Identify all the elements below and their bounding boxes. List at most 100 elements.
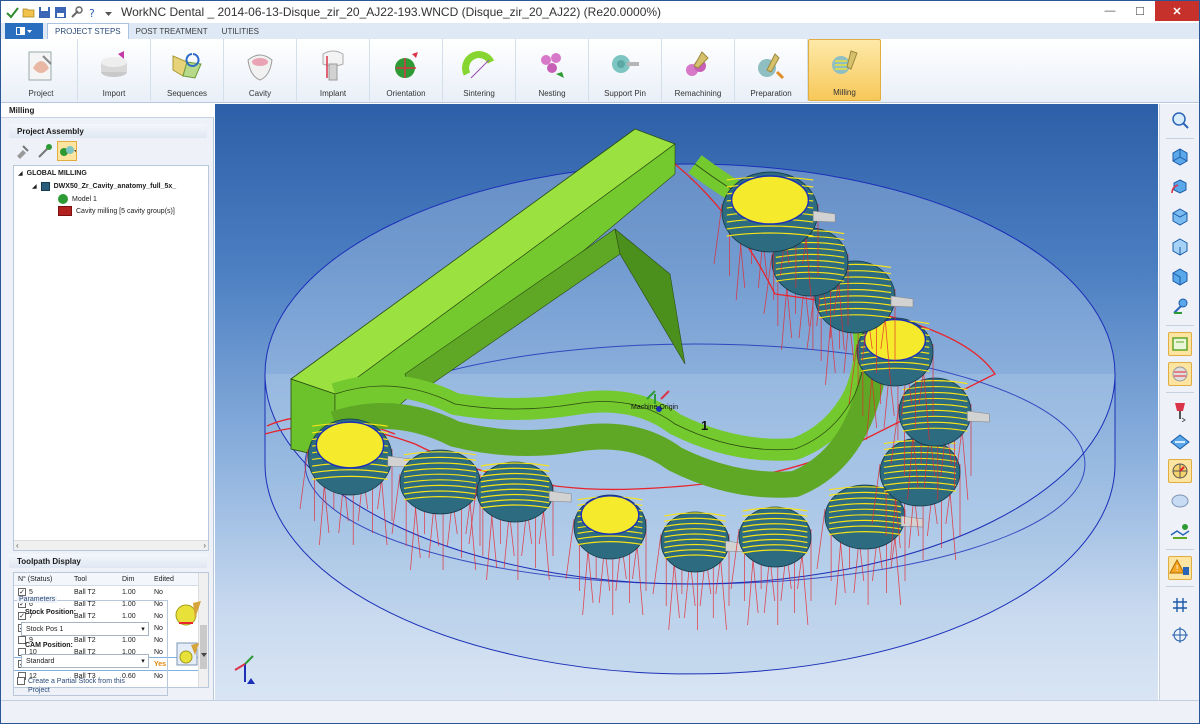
quick-access-toolbar: ? bbox=[1, 1, 115, 23]
display-mode-button[interactable] bbox=[57, 141, 77, 161]
tree-node-model[interactable]: Model 1 bbox=[58, 194, 97, 204]
machine-origin-label: Machine Origin bbox=[631, 404, 678, 411]
partial-stock-option[interactable]: Create a Partial Stock from this Project bbox=[17, 677, 138, 695]
view-axis-button[interactable] bbox=[1168, 295, 1192, 319]
toolpath-visibility-checkbox[interactable]: ✓ bbox=[18, 588, 26, 596]
view-front-button[interactable] bbox=[1168, 205, 1192, 229]
application-menu-button[interactable] bbox=[5, 23, 43, 39]
3d-viewport[interactable]: Machine Origin 1 bbox=[215, 104, 1158, 700]
grid-button[interactable] bbox=[1168, 593, 1192, 617]
column-header-number[interactable]: N° (Status) bbox=[14, 576, 74, 583]
import-button[interactable]: Import bbox=[78, 39, 151, 101]
status-bar bbox=[1, 700, 1199, 723]
window-controls: — ☐ ✕ bbox=[1095, 1, 1199, 21]
shading-mode-icon bbox=[1172, 463, 1187, 479]
calculate-icon bbox=[175, 601, 201, 626]
milling-icon bbox=[831, 50, 858, 74]
preparation-button[interactable]: Preparation bbox=[735, 39, 808, 101]
svg-text:!: ! bbox=[1175, 564, 1178, 573]
cavity-button[interactable]: Cavity bbox=[224, 39, 297, 101]
nesting-button[interactable]: Nesting bbox=[516, 39, 589, 101]
close-button[interactable]: ✕ bbox=[1155, 1, 1199, 21]
toolpath-tool-button[interactable] bbox=[35, 141, 55, 161]
pin-tool-button[interactable] bbox=[13, 141, 33, 161]
tree-node-global-milling[interactable]: ◢ GLOBAL MILLING bbox=[18, 170, 87, 177]
view-rotate-button[interactable] bbox=[1168, 175, 1192, 199]
remachining-button[interactable]: Remachining bbox=[662, 39, 735, 101]
tab-project-steps[interactable]: PROJECT STEPS bbox=[47, 23, 129, 39]
svg-text:?: ? bbox=[89, 7, 95, 19]
collapse-icon[interactable]: ◢ bbox=[18, 170, 23, 177]
show-frame-button[interactable] bbox=[1167, 332, 1192, 356]
disk-icon bbox=[40, 182, 50, 191]
implant-button[interactable]: Implant bbox=[297, 39, 370, 101]
minimize-button[interactable]: — bbox=[1095, 1, 1125, 21]
tool-holder-icon bbox=[1174, 403, 1186, 422]
scroll-left-icon[interactable]: ‹ bbox=[16, 541, 19, 550]
sintering-button[interactable]: Sintering bbox=[443, 39, 516, 101]
save-icon[interactable] bbox=[38, 6, 51, 19]
chevron-down-icon: ▾ bbox=[141, 626, 145, 633]
tree-node-project[interactable]: ◢ DWX50_Zr_Cavity_anatomy_full_5x_ bbox=[32, 182, 176, 191]
parameters-legend: Parameters bbox=[17, 596, 58, 603]
row-edited-cell: No bbox=[154, 588, 163, 596]
view-side-button[interactable] bbox=[1168, 265, 1192, 289]
view-top-button[interactable] bbox=[1168, 235, 1192, 259]
partial-stock-checkbox[interactable] bbox=[17, 677, 25, 685]
collapse-icon[interactable]: ◢ bbox=[32, 183, 37, 190]
column-header-edited[interactable]: Edited bbox=[154, 576, 194, 583]
cam-position-select[interactable]: Standard ▾ bbox=[21, 654, 149, 668]
open-folder-icon[interactable] bbox=[22, 6, 35, 19]
scroll-right-icon[interactable]: › bbox=[203, 541, 206, 550]
table-header: N° (Status) Tool Dim Edited bbox=[14, 573, 208, 586]
crown[interactable] bbox=[476, 461, 554, 523]
section-view-button[interactable] bbox=[1168, 429, 1192, 453]
shading-mode-button[interactable] bbox=[1167, 459, 1192, 483]
orientation-button[interactable]: Orientation bbox=[370, 39, 443, 101]
assembly-toolbar bbox=[13, 141, 77, 161]
milling-scene[interactable]: Machine Origin 1 bbox=[215, 104, 1158, 700]
support-pin-button[interactable]: Support Pin bbox=[589, 39, 662, 101]
save-as-icon[interactable] bbox=[54, 6, 67, 19]
rotate-cube-icon bbox=[1170, 179, 1186, 194]
crown-top-surface bbox=[730, 175, 810, 225]
crown[interactable] bbox=[738, 506, 812, 568]
import-icon bbox=[101, 51, 127, 77]
display-mode-icon bbox=[60, 146, 76, 156]
column-header-tool[interactable]: Tool bbox=[74, 576, 122, 583]
row-number-cell: ✓ 5 bbox=[18, 588, 33, 596]
simulation-button[interactable] bbox=[1168, 519, 1192, 543]
stock-position-select[interactable]: Stock Pos 1 ▾ bbox=[21, 622, 149, 636]
calculate-button[interactable] bbox=[173, 599, 209, 631]
view-iso-button[interactable] bbox=[1168, 145, 1192, 169]
customize-dropdown-icon[interactable] bbox=[102, 6, 115, 19]
maximize-button[interactable]: ☐ bbox=[1125, 1, 1155, 21]
tab-post-treatment[interactable]: POST TREATMENT bbox=[129, 23, 215, 39]
column-header-dim[interactable]: Dim bbox=[122, 576, 154, 583]
window-title: WorkNC Dental _ 2014-06-13-Disque_zir_20… bbox=[121, 5, 662, 19]
show-stock-button[interactable] bbox=[1167, 362, 1192, 386]
project-button[interactable]: Project bbox=[5, 39, 78, 101]
warning-collision-icon: ! bbox=[1168, 558, 1189, 575]
collision-check-button[interactable]: ! bbox=[1167, 556, 1192, 580]
tree-node-cavity-milling[interactable]: Cavity milling [5 cavity group(s)] bbox=[58, 206, 175, 216]
stock-display-icon bbox=[1172, 366, 1187, 382]
crown[interactable] bbox=[660, 511, 730, 573]
target-button[interactable] bbox=[1168, 623, 1192, 647]
help-icon[interactable]: ? bbox=[86, 6, 99, 19]
toolbar-separator bbox=[1165, 138, 1194, 139]
settings-wrench-icon[interactable] bbox=[70, 5, 83, 19]
milling-button[interactable]: Milling bbox=[808, 39, 881, 101]
tool-display-button[interactable] bbox=[1168, 399, 1192, 423]
milling-panel: Milling Project Assembly ◢ GLOBAL MILLIN… bbox=[1, 104, 214, 700]
tab-utilities[interactable]: UTILITIES bbox=[215, 23, 266, 39]
transparency-button[interactable] bbox=[1168, 489, 1192, 513]
edit-batch-button[interactable] bbox=[173, 639, 209, 671]
worknc-window: ? WorkNC Dental _ 2014-06-13-Disque_zir_… bbox=[0, 0, 1200, 724]
tree-horizontal-scrollbar[interactable]: ‹ › bbox=[14, 540, 208, 550]
simulation-icon bbox=[1170, 524, 1189, 539]
crown-top-surface bbox=[580, 495, 640, 535]
panel-title: Milling bbox=[1, 104, 214, 118]
zoom-fit-button[interactable] bbox=[1168, 108, 1192, 132]
sequences-button[interactable]: Sequences bbox=[151, 39, 224, 101]
